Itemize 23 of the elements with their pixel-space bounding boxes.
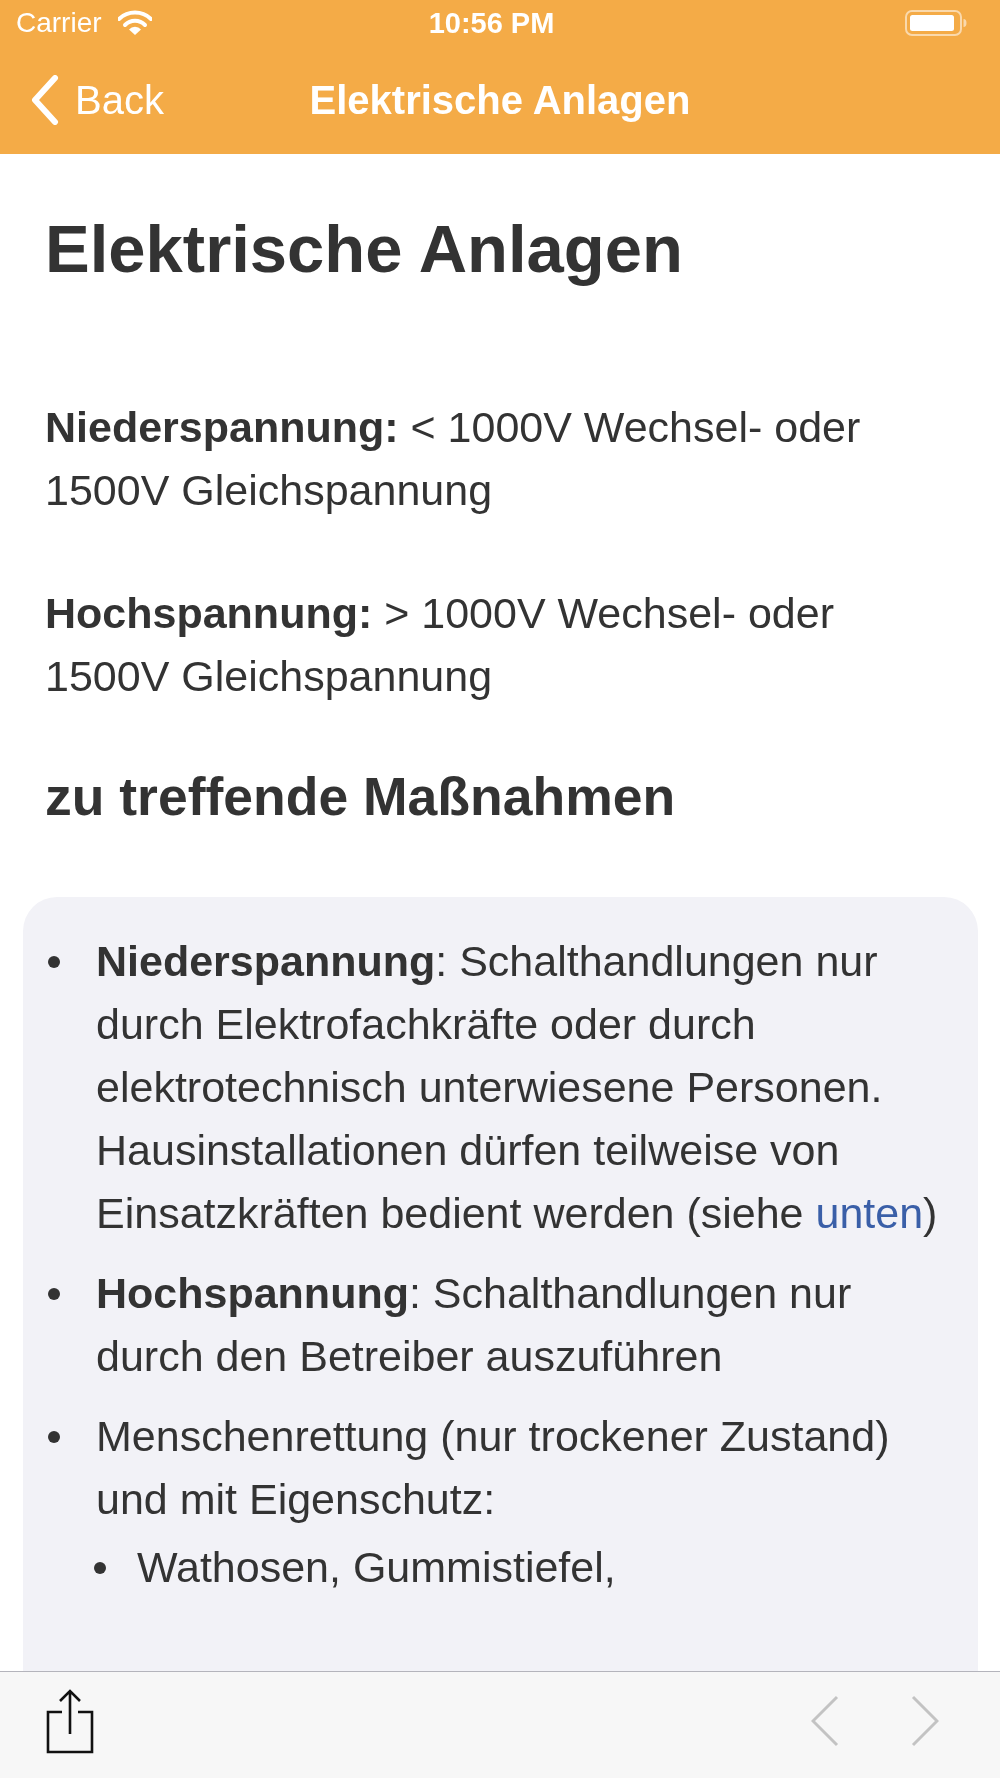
link[interactable]: unten	[815, 1189, 924, 1237]
bullet-icon	[94, 1562, 106, 1574]
page-title: Elektrische Anlagen	[45, 210, 684, 288]
list-item-text: Wathosen, Gummistiefel,	[137, 1542, 616, 1593]
section-heading: zu treffende Maßnahmen	[45, 768, 677, 826]
share-button[interactable]	[46, 1688, 94, 1754]
list-item-text: Menschenrettung (nur trockener Zustand) und mit Eigenschutz:	[96, 1411, 891, 1525]
list-item-text: Niederspannung: Schalthandlungen nur durch Elektrofachkräfte oder durch elektrotechnisch unterwiesene Personen. Hausinstallationen dürfen teilweise von Einsatzkräften bedient werden (siehe unten)	[96, 936, 939, 1239]
wifi-icon	[117, 10, 152, 35]
list-item-text: Hochspannung: Schalthandlungen nur durch den Betreiber auszuführen	[96, 1268, 853, 1382]
bullet-icon	[48, 956, 60, 968]
paragraph: Niederspannung: < 1000V Wechsel- oder 1500V Gleichspannung	[45, 402, 862, 516]
chevron-left-icon	[31, 74, 59, 125]
paragraph: Hochspannung: > 1000V Wechsel- oder 1500V Gleichspannung	[45, 588, 835, 702]
navigation-title: Elektrische Anlagen	[309, 76, 691, 124]
share-icon	[46, 1688, 94, 1754]
bullet-icon	[48, 1288, 60, 1300]
carrier-text: Carrier	[16, 6, 102, 39]
status-time: 10:56 PM	[428, 6, 555, 39]
chevron-right-icon	[911, 1695, 939, 1747]
chevron-left-icon	[811, 1695, 839, 1747]
battery-icon	[905, 9, 967, 36]
bullet-icon	[48, 1431, 60, 1443]
